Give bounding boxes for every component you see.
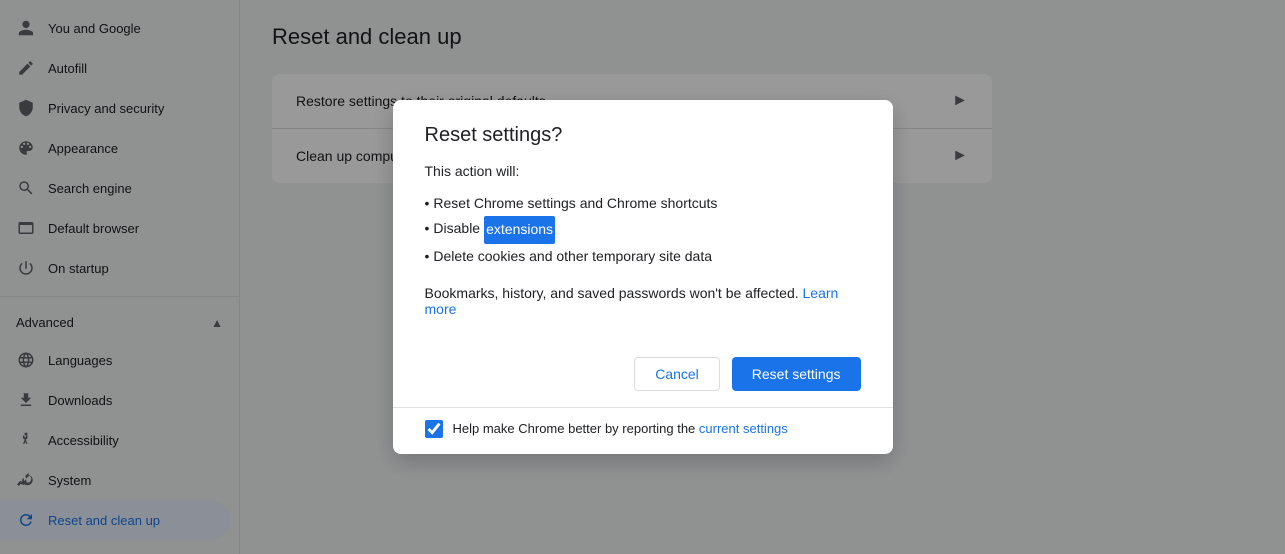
reset-settings-button[interactable]: Reset settings — [732, 357, 861, 391]
list-item-1-before: Disable — [433, 216, 480, 243]
dialog-note: Bookmarks, history, and saved passwords … — [425, 285, 861, 341]
report-settings-checkbox[interactable] — [425, 420, 443, 438]
modal-actions: Cancel Reset settings — [393, 341, 893, 407]
main-content: Reset and clean up Restore settings to t… — [240, 0, 1285, 554]
cancel-button[interactable]: Cancel — [634, 357, 720, 391]
footer-text-before: Help make Chrome better by reporting the — [453, 421, 699, 436]
checkbox-label: Help make Chrome better by reporting the… — [453, 421, 788, 436]
list-item-2: • Delete cookies and other temporary sit… — [425, 244, 861, 269]
current-settings-link[interactable]: current settings — [699, 421, 788, 436]
dialog-list: • Reset Chrome settings and Chrome short… — [425, 191, 861, 269]
list-item-0: • Reset Chrome settings and Chrome short… — [425, 191, 861, 216]
modal-footer: Help make Chrome better by reporting the… — [393, 407, 893, 454]
list-item-0-text: Reset Chrome settings and Chrome shortcu… — [433, 191, 717, 216]
modal-overlay[interactable]: Reset settings? This action will: • Rese… — [240, 0, 1285, 554]
checkbox-wrapper: Help make Chrome better by reporting the… — [425, 420, 788, 438]
dialog-subtitle: This action will: — [425, 163, 861, 179]
dialog-title: Reset settings? — [425, 124, 861, 147]
list-item-1-highlight: extensions — [484, 216, 555, 243]
bullet-0: • — [425, 191, 430, 216]
list-item-1: • Disable extensions — [425, 216, 861, 243]
bullet-1: • — [425, 216, 430, 243]
dialog-note-text: Bookmarks, history, and saved passwords … — [425, 285, 803, 301]
bullet-2: • — [425, 244, 430, 269]
reset-settings-dialog: Reset settings? This action will: • Rese… — [393, 100, 893, 454]
modal-body: Reset settings? This action will: • Rese… — [393, 100, 893, 341]
list-item-2-text: Delete cookies and other temporary site … — [433, 244, 712, 269]
